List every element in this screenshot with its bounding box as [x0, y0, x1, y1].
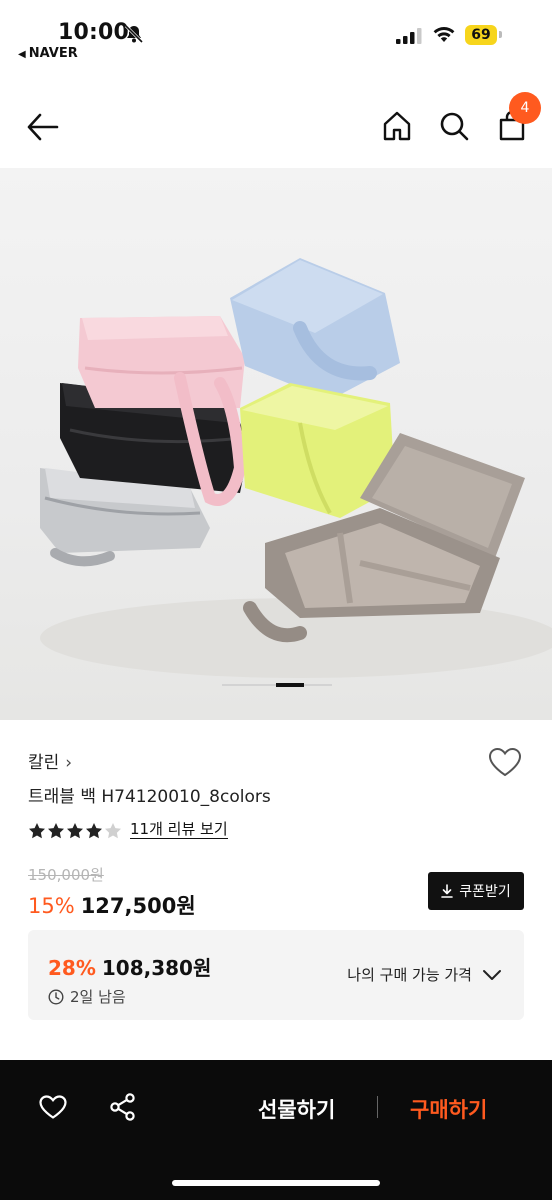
cellular-signal-icon [396, 28, 422, 44]
coupon-button[interactable]: 쿠폰받기 [428, 872, 524, 910]
product-image[interactable] [0, 168, 552, 720]
battery-nub [499, 31, 502, 38]
home-icon[interactable] [381, 110, 413, 142]
top-nav: 4 [0, 92, 552, 164]
heart-icon[interactable] [38, 1094, 68, 1120]
home-indicator [172, 1180, 380, 1186]
back-triangle-icon: ◀ [18, 49, 26, 60]
benefit-timer: 2일 남음 [48, 986, 126, 1007]
brand-name: 칼린 [28, 753, 60, 773]
clock-icon [48, 988, 64, 1005]
status-bar: 10:00 ◀ NAVER 69 [0, 0, 552, 72]
my-price-benefit-box[interactable]: 28% 108,380원 2일 남음 나의 구매 가능 가격 [28, 930, 524, 1020]
bell-muted-icon [124, 24, 144, 44]
status-time: 10:00 [58, 20, 130, 45]
wishlist-heart-icon[interactable] [487, 746, 523, 778]
sale-price: 127,500원 [80, 894, 196, 918]
gift-button[interactable]: 선물하기 [258, 1094, 335, 1124]
benefit-price-row: 28% 108,380원 [48, 952, 211, 981]
benefit-price: 108,380원 [101, 956, 212, 980]
back-arrow-icon[interactable] [26, 112, 60, 142]
my-price-label: 나의 구매 가능 가격 [347, 966, 472, 984]
review-link[interactable]: 11개 리뷰 보기 [130, 820, 228, 839]
back-app-label: NAVER [28, 46, 78, 61]
benefit-percent: 28% [48, 956, 96, 980]
bottom-divider [377, 1096, 378, 1118]
chevron-down-icon [483, 969, 501, 980]
my-price-toggle[interactable]: 나의 구매 가능 가격 [347, 964, 502, 985]
download-icon [441, 884, 454, 898]
back-to-app-link[interactable]: ◀ NAVER [18, 46, 78, 61]
share-icon[interactable] [108, 1092, 138, 1122]
product-title: 트래블 백 H74120010_8colors [28, 787, 271, 807]
blue-bag [230, 258, 400, 400]
bottom-action-bar: 선물하기 구매하기 [0, 1060, 552, 1200]
brand-link[interactable]: 칼린 › [28, 748, 72, 773]
remaining-time: 2일 남음 [70, 988, 126, 1006]
search-icon[interactable] [438, 110, 470, 142]
original-price: 150,000원 [28, 866, 104, 884]
cart-count-badge: 4 [509, 92, 541, 124]
battery-indicator: 69 [465, 25, 497, 45]
brand-chevron-icon: › [65, 753, 73, 773]
star-rating-icon [29, 822, 121, 838]
wifi-icon [433, 27, 455, 42]
product-photo-illustration [40, 258, 552, 687]
coupon-label: 쿠폰받기 [459, 884, 511, 900]
buy-button[interactable]: 구매하기 [410, 1094, 487, 1124]
rating-row: 11개 리뷰 보기 [28, 820, 228, 840]
discount-percent: 15% [28, 894, 75, 918]
sale-price-row: 15% 127,500원 [28, 890, 196, 920]
